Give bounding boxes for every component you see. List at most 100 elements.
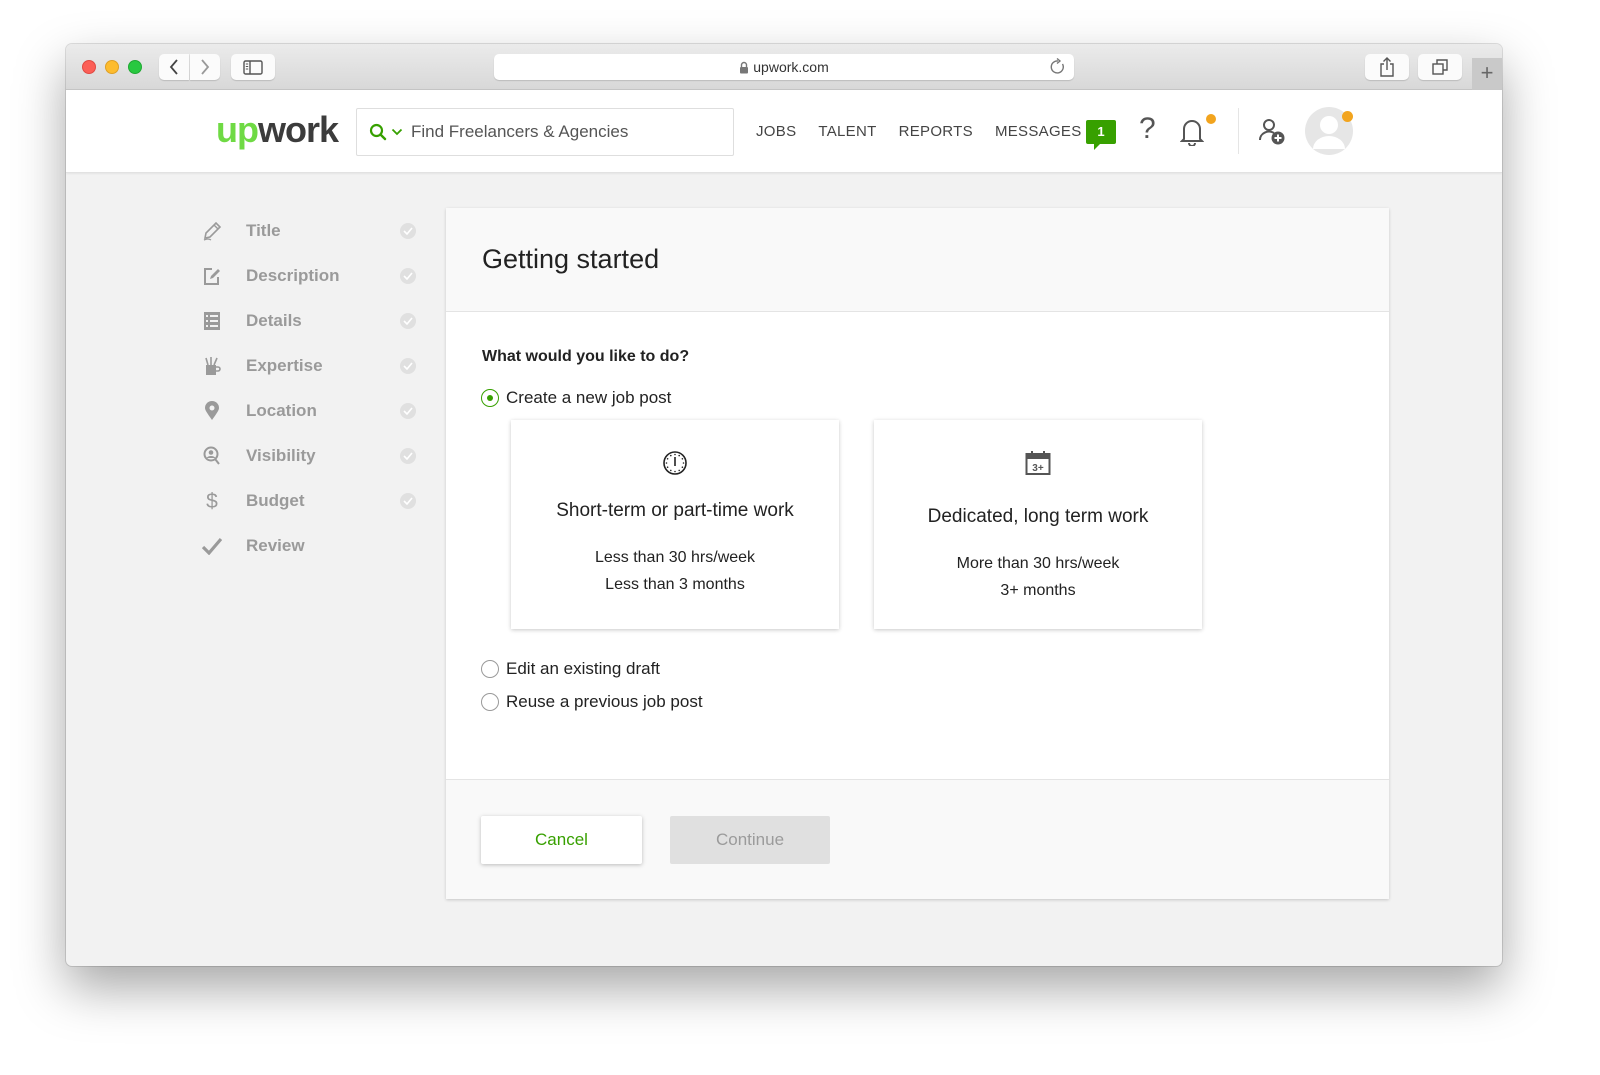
calendar-icon: 3+ bbox=[874, 450, 1202, 476]
logo-up-text: up bbox=[216, 109, 259, 150]
avatar-status-dot bbox=[1342, 111, 1353, 122]
nav-reports[interactable]: REPORTS bbox=[899, 123, 973, 140]
radio-edit-draft[interactable] bbox=[481, 660, 499, 678]
main-nav: JOBS TALENT REPORTS MESSAGES bbox=[756, 90, 1104, 173]
sidebar-toggle-button[interactable] bbox=[231, 54, 275, 80]
question-label: What would you like to do? bbox=[482, 348, 690, 365]
work-type-title: Short-term or part-time work bbox=[556, 500, 794, 521]
step-description[interactable]: Description bbox=[200, 253, 420, 298]
show-tabs-button[interactable] bbox=[1418, 54, 1462, 80]
header-divider bbox=[1238, 108, 1239, 154]
browser-window: upwork.com + upwork JOBS TALENT REPORTS … bbox=[66, 44, 1502, 966]
card-header: Getting started bbox=[446, 208, 1389, 312]
zoom-window-button[interactable] bbox=[128, 60, 142, 74]
list-icon bbox=[200, 309, 224, 333]
step-budget[interactable]: $ Budget bbox=[200, 478, 420, 523]
step-label: Budget bbox=[246, 490, 305, 510]
add-user-icon[interactable] bbox=[1258, 118, 1286, 146]
nav-jobs[interactable]: JOBS bbox=[756, 123, 796, 140]
step-complete-check-icon bbox=[400, 447, 416, 464]
continue-button[interactable]: Continue bbox=[670, 816, 830, 864]
search-box[interactable] bbox=[356, 108, 734, 156]
step-title[interactable]: Title bbox=[200, 208, 420, 253]
nav-talent[interactable]: TALENT bbox=[818, 123, 876, 140]
step-complete-check-icon bbox=[400, 492, 416, 509]
share-button[interactable] bbox=[1365, 54, 1409, 80]
forward-button[interactable] bbox=[190, 54, 220, 80]
minimize-window-button[interactable] bbox=[105, 60, 119, 74]
lock-icon bbox=[740, 61, 749, 73]
radio-create-new[interactable] bbox=[481, 389, 499, 407]
help-icon[interactable]: ? bbox=[1139, 112, 1156, 146]
radio-label: Reuse a previous job post bbox=[506, 692, 703, 711]
card-body: What would you like to do? Create a new … bbox=[446, 312, 1389, 779]
step-visibility[interactable]: Visibility bbox=[200, 433, 420, 478]
page-title: Getting started bbox=[482, 244, 660, 274]
chevron-left-icon bbox=[169, 59, 178, 75]
step-complete-check-icon bbox=[400, 312, 416, 329]
tabs-overview-icon bbox=[1432, 59, 1448, 75]
step-label: Visibility bbox=[246, 445, 316, 465]
step-location[interactable]: Location bbox=[200, 388, 420, 433]
edit-icon bbox=[200, 264, 224, 288]
work-type-hours: More than 30 hrs/week bbox=[956, 555, 1120, 572]
notification-dot bbox=[1206, 114, 1216, 124]
option-reuse-post[interactable]: Reuse a previous job post bbox=[481, 692, 703, 712]
radio-label: Create a new job post bbox=[506, 388, 672, 407]
chevron-down-icon[interactable] bbox=[391, 128, 403, 136]
chevron-right-icon bbox=[201, 59, 210, 75]
new-tab-button[interactable]: + bbox=[1472, 58, 1502, 90]
pencil-icon bbox=[200, 219, 224, 243]
site-header: upwork JOBS TALENT REPORTS MESSAGES 1 ? bbox=[66, 90, 1502, 173]
bell-icon[interactable] bbox=[1180, 118, 1204, 146]
nav-messages[interactable]: MESSAGES bbox=[995, 123, 1082, 140]
step-expertise[interactable]: Expertise bbox=[200, 343, 420, 388]
step-review[interactable]: Review bbox=[200, 523, 420, 568]
close-window-button[interactable] bbox=[82, 60, 96, 74]
cancel-button[interactable]: Cancel bbox=[481, 816, 642, 864]
reload-icon[interactable] bbox=[1050, 58, 1066, 76]
sidebar-icon bbox=[243, 59, 263, 75]
getting-started-card: Getting started What would you like to d… bbox=[446, 208, 1389, 899]
upwork-logo[interactable]: upwork bbox=[216, 109, 339, 150]
work-type-duration: Less than 3 months bbox=[605, 576, 745, 593]
svg-text:$: $ bbox=[206, 490, 218, 512]
logo-work-text: work bbox=[257, 109, 339, 150]
search-input[interactable] bbox=[411, 122, 711, 142]
step-complete-check-icon bbox=[400, 402, 416, 419]
step-complete-check-icon bbox=[400, 267, 416, 284]
clock-icon bbox=[511, 450, 839, 476]
share-icon bbox=[1380, 57, 1394, 77]
messages-badge[interactable]: 1 bbox=[1086, 120, 1116, 150]
step-details[interactable]: Details bbox=[200, 298, 420, 343]
card-footer: Cancel Continue bbox=[446, 779, 1389, 899]
svg-text:3+: 3+ bbox=[1032, 463, 1044, 474]
long-term-work-card[interactable]: 3+ Dedicated, long term work More than 3… bbox=[874, 420, 1202, 629]
step-complete-check-icon bbox=[400, 222, 416, 239]
short-term-work-card[interactable]: Short-term or part-time work Less than 3… bbox=[511, 420, 839, 629]
option-create-new[interactable]: Create a new job post bbox=[481, 388, 671, 408]
search-icon bbox=[369, 123, 387, 141]
radio-label: Edit an existing draft bbox=[506, 659, 661, 678]
tools-mug-icon bbox=[200, 354, 224, 378]
radio-reuse-post[interactable] bbox=[481, 693, 499, 711]
checkmark-icon bbox=[200, 534, 224, 558]
url-text: upwork.com bbox=[753, 59, 829, 75]
option-edit-draft[interactable]: Edit an existing draft bbox=[481, 659, 660, 679]
dollar-icon: $ bbox=[200, 489, 224, 513]
job-post-steps: Title Description Details Expertise Loca… bbox=[200, 208, 420, 568]
step-label: Description bbox=[246, 265, 340, 285]
map-pin-icon bbox=[200, 399, 224, 423]
browser-toolbar: upwork.com + bbox=[66, 44, 1502, 90]
step-label: Location bbox=[246, 400, 317, 420]
step-label: Expertise bbox=[246, 355, 323, 375]
step-label: Review bbox=[246, 535, 305, 555]
step-complete-check-icon bbox=[400, 357, 416, 374]
back-button[interactable] bbox=[159, 54, 189, 80]
step-label: Title bbox=[246, 220, 281, 240]
work-type-duration: 3+ months bbox=[1000, 582, 1076, 599]
search-person-icon bbox=[200, 444, 224, 468]
work-type-title: Dedicated, long term work bbox=[927, 506, 1149, 527]
step-label: Details bbox=[246, 310, 302, 330]
address-bar[interactable]: upwork.com bbox=[494, 54, 1074, 80]
